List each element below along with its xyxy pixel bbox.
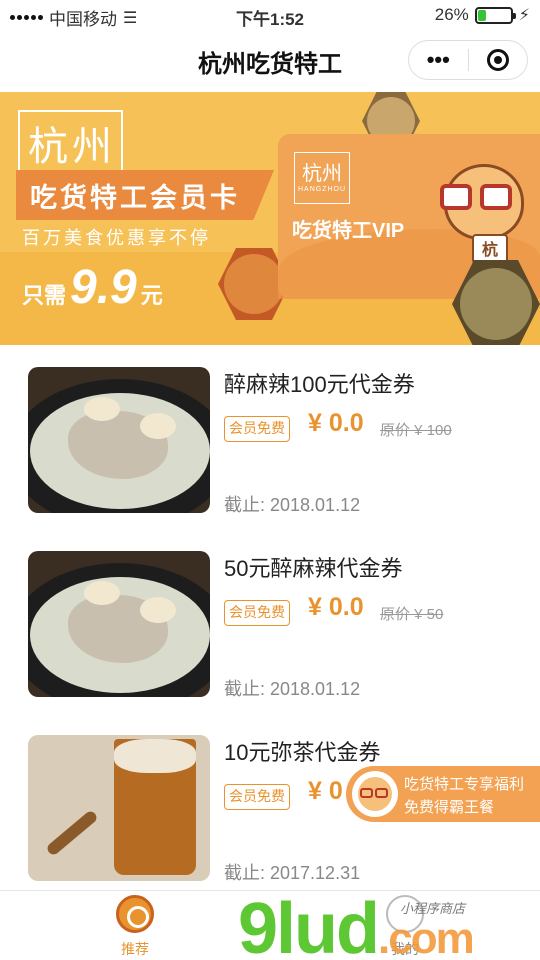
mascot-glasses-left [440,184,472,210]
vip-logo-cn: 杭州 [302,161,342,185]
coupon-image [28,367,210,513]
status-bar: 中国移动 ☰ 下午1:52 26% ⚡ [0,0,540,30]
banner-price: 只需 9.9 元 [22,260,163,315]
promo-line1: 吃货特工专享福利 [404,776,525,793]
coupon-title: 10元弥茶代金券 [224,740,381,765]
charging-icon: ⚡ [518,7,530,24]
more-icon: ••• [426,47,450,72]
price-unit: 元 [140,283,163,308]
miniprogram-capsule: ••• [408,40,528,80]
price-prefix: 只需 [22,283,67,308]
member-free-badge: 会员免费 [224,416,290,442]
coupon-price: ¥ 0.0 [308,409,364,437]
coupon-deadline: 截止: 2018.01.12 [224,495,361,515]
battery-percent: 26% [434,5,469,24]
mascot-cup: 杭 [472,234,508,264]
tab-recommend[interactable]: 推荐 [75,895,195,959]
promo-line2: 免费得霸王餐 [404,799,495,816]
vip-label: 吃货特工VIP [292,220,405,242]
banner-logo-text: 杭州 [28,124,116,170]
banner-card-title: 吃货特工会员卡 [30,183,240,213]
mascot-glasses-right [480,184,512,210]
member-free-badge: 会员免费 [224,600,290,626]
target-icon [486,49,509,71]
coupon-price: ¥ 0 [308,777,343,805]
watermark-domain: .com [378,914,475,960]
coupon-price: ¥ 0.0 [308,593,364,621]
member-free-badge: 会员免费 [224,784,290,810]
nav-bar: 杭州吃货特工 ••• [0,30,540,92]
close-miniprogram-button[interactable] [469,41,528,79]
coupon-item[interactable]: 50元醉麻辣代金券 会员免费 ¥ 0.0 原价 ¥ 50 截止: 2018.01… [0,529,540,713]
coupon-deadline: 截止: 2017.12.31 [224,863,361,883]
coupon-title: 醉麻辣100元代金券 [224,372,415,397]
coupon-item[interactable]: 醉麻辣100元代金券 会员免费 ¥ 0.0 原价 ¥ 100 截止: 2018.… [0,345,540,529]
coupon-image [28,735,210,881]
recommend-icon [116,895,154,933]
vip-logo: 杭州 HANGZHOU [294,152,350,204]
coupon-image [28,551,210,697]
membership-banner[interactable]: 杭州 吃货特工会员卡 百万美食优惠享不停 只需 9.9 元 杭州 HANGZHO… [0,92,540,345]
mascot-image: 杭 [440,154,528,264]
vip-logo-en: HANGZHOU [297,186,347,193]
mascot-avatar [352,771,398,817]
welfare-promo-button[interactable]: 吃货特工专享福利 免费得霸王餐 [346,766,540,822]
watermark-small-text: 小程序商店 [400,901,466,916]
battery-icon [474,6,516,24]
banner-subtitle: 百万美食优惠享不停 [22,228,211,248]
more-button[interactable]: ••• [409,41,468,79]
coupon-original-price: 原价 ¥ 50 [380,606,444,623]
watermark-brand: 9lud [238,889,380,960]
price-value: 9.9 [70,261,137,314]
tab-label: 推荐 [121,941,149,957]
coupon-original-price: 原价 ¥ 100 [380,422,452,439]
coupon-deadline: 截止: 2018.01.12 [224,679,361,699]
coupon-title: 50元醉麻辣代金券 [224,556,403,581]
